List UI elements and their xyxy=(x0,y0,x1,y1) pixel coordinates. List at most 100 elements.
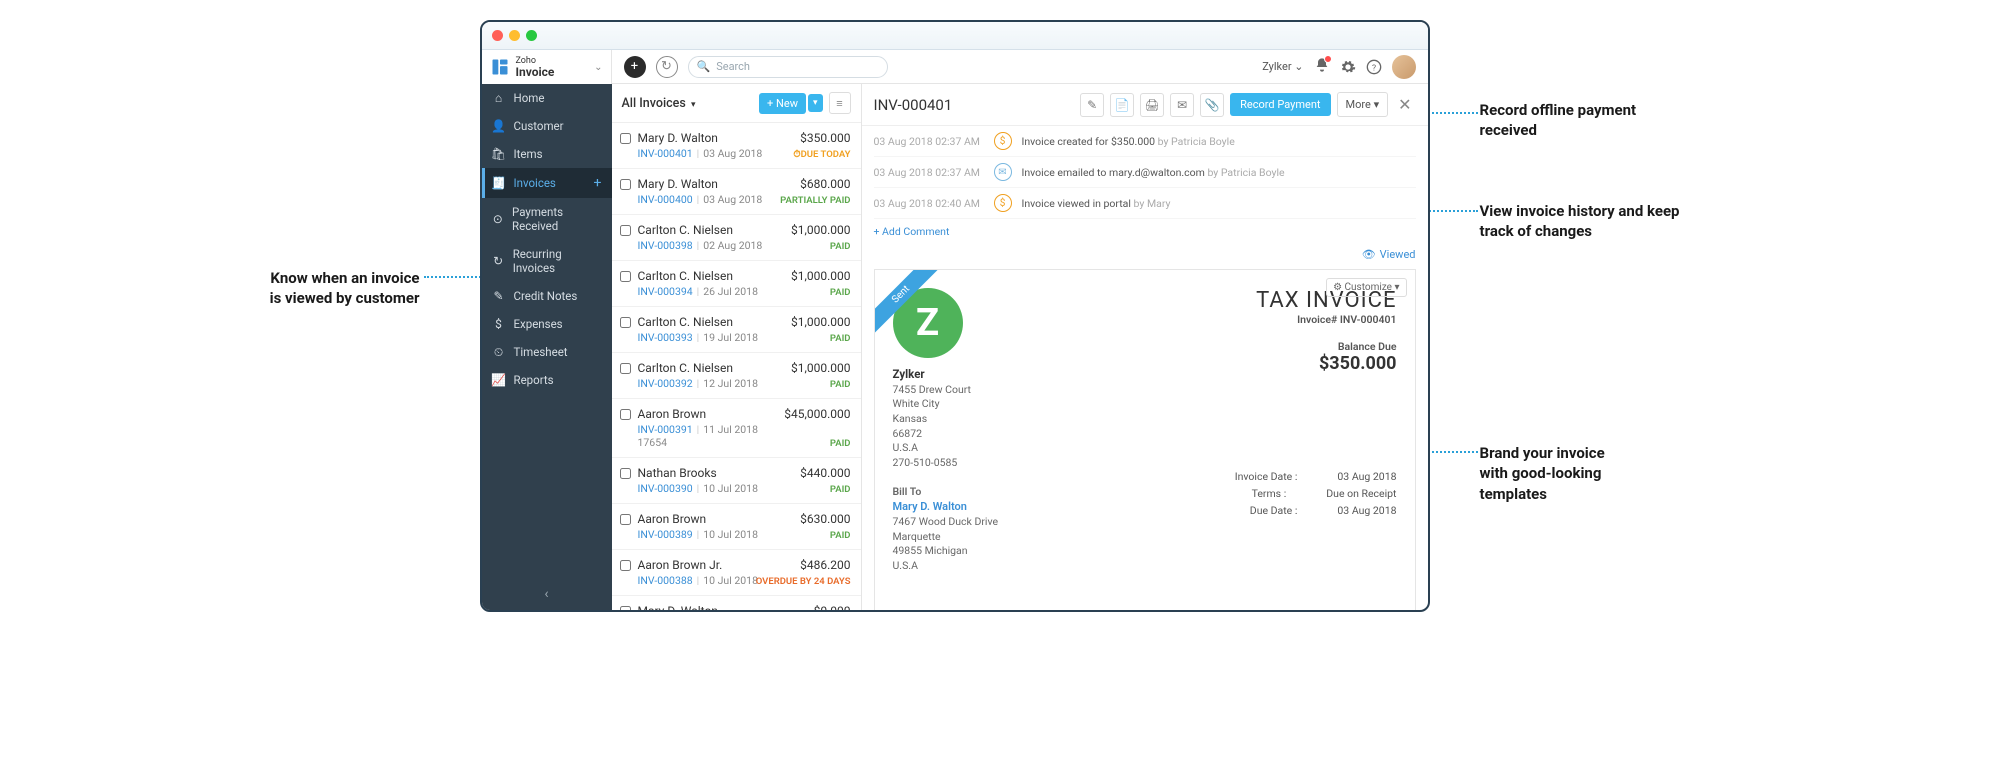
add-comment-link[interactable]: + Add Comment xyxy=(874,219,1416,244)
invoice-detail-pane: INV-000401 ✎ 📄 🖨 ✉ 📎 Record Payment More… xyxy=(862,84,1428,610)
nav-icon: ✎ xyxy=(492,289,506,303)
invoice-row[interactable]: Carlton C. Nielsen$1,000.000INV-000398|0… xyxy=(612,215,861,261)
window-minimize[interactable] xyxy=(509,30,520,41)
nav-icon: ⊙ xyxy=(492,212,505,226)
row-checkbox[interactable] xyxy=(620,363,631,374)
annotation-viewed: Know when an invoiceis viewed by custome… xyxy=(240,268,420,309)
window-close[interactable] xyxy=(492,30,503,41)
sidebar: ZohoInvoice ⌄ ⌂Home👤Customer🛍Items🧾Invoi… xyxy=(482,50,612,610)
more-dropdown[interactable]: More ▾ xyxy=(1337,92,1389,117)
history-icon: $ xyxy=(994,132,1012,150)
customize-template-button[interactable]: ⚙ Customize ▾ xyxy=(1326,278,1406,297)
list-filter-dropdown[interactable]: All Invoices ▾ xyxy=(622,96,696,111)
list-header: All Invoices ▾ + New ▾ ≡ xyxy=(612,84,861,123)
detail-header: INV-000401 ✎ 📄 🖨 ✉ 📎 Record Payment More… xyxy=(862,84,1428,126)
close-detail-button[interactable]: ✕ xyxy=(1394,95,1415,114)
pdf-button[interactable]: 📄 xyxy=(1110,93,1134,117)
nav-icon: ⌂ xyxy=(492,91,506,105)
app-window: ZohoInvoice ⌄ ⌂Home👤Customer🛍Items🧾Invoi… xyxy=(480,20,1430,612)
sidebar-item-expenses[interactable]: $Expenses xyxy=(482,310,612,338)
row-checkbox[interactable] xyxy=(620,560,631,571)
chevron-down-icon: ⌄ xyxy=(594,62,602,73)
sidebar-collapse[interactable]: ‹ xyxy=(482,578,612,610)
row-checkbox[interactable] xyxy=(620,133,631,144)
sidebar-item-timesheet[interactable]: ⏲Timesheet xyxy=(482,338,612,366)
customer-link[interactable]: Mary D. Walton xyxy=(893,500,999,513)
annotation-record-payment: Record offline paymentreceived xyxy=(1480,100,1637,141)
list-view-toggle[interactable]: ≡ xyxy=(829,92,851,114)
nav-icon: ↻ xyxy=(492,254,505,268)
detail-title: INV-000401 xyxy=(874,96,953,114)
invoice-preview: ⚙ Customize ▾ Sent Z Zylker 7455 Drew Co… xyxy=(874,269,1416,610)
sidebar-item-items[interactable]: 🛍Items xyxy=(482,140,612,168)
company-address: Zylker 7455 Drew CourtWhite CityKansas66… xyxy=(893,366,999,471)
invoice-list-pane: All Invoices ▾ + New ▾ ≡ Mary D. Walton$… xyxy=(612,84,862,610)
invoice-row[interactable]: Carlton C. Nielsen$1,000.000INV-000393|1… xyxy=(612,307,861,353)
user-avatar[interactable] xyxy=(1392,55,1416,79)
brand-switcher[interactable]: ZohoInvoice ⌄ xyxy=(482,50,612,84)
annotation-brand: Brand your invoicewith good-lookingtempl… xyxy=(1480,443,1605,504)
invoice-title-block: TAX INVOICE Invoice# INV-000401 Balance … xyxy=(1256,288,1396,574)
add-icon[interactable]: + xyxy=(594,175,602,191)
history-entry: 03 Aug 2018 02:40 AM$Invoice viewed in p… xyxy=(874,188,1416,219)
window-maximize[interactable] xyxy=(526,30,537,41)
nav-icon: 🧾 xyxy=(492,176,506,190)
row-checkbox[interactable] xyxy=(620,409,631,420)
new-invoice-dropdown[interactable]: ▾ xyxy=(808,94,823,112)
new-invoice-button[interactable]: + New xyxy=(759,93,806,114)
record-payment-button[interactable]: Record Payment xyxy=(1230,93,1330,116)
nav-icon: 🛍 xyxy=(492,147,506,161)
invoice-row[interactable]: Aaron Brown Jr.$486.200INV-000388|10 Jul… xyxy=(612,550,861,596)
sidebar-item-invoices[interactable]: 🧾Invoices+ xyxy=(482,168,612,198)
status-ribbon: Sent xyxy=(875,270,945,340)
row-checkbox[interactable] xyxy=(620,225,631,236)
bill-to: Bill To Mary D. Walton 7467 Wood Duck Dr… xyxy=(893,485,999,574)
print-button[interactable]: 🖨 xyxy=(1140,93,1164,117)
annotation-history: View invoice history and keeptrack of ch… xyxy=(1480,201,1680,242)
notifications-button[interactable] xyxy=(1314,57,1330,76)
edit-button[interactable]: ✎ xyxy=(1080,93,1104,117)
invoice-row[interactable]: Mary D. Walton$680.000INV-000400|03 Aug … xyxy=(612,169,861,215)
sidebar-item-customer[interactable]: 👤Customer xyxy=(482,112,612,140)
quick-add-button[interactable]: + xyxy=(624,56,646,78)
sidebar-item-payments-received[interactable]: ⊙Payments Received xyxy=(482,198,612,240)
invoice-row[interactable]: Mary D. Walton$0.000INV-000387|09 Jul 20… xyxy=(612,596,861,610)
attach-button[interactable]: 📎 xyxy=(1200,93,1224,117)
sidebar-item-recurring-invoices[interactable]: ↻Recurring Invoices xyxy=(482,240,612,282)
invoice-row[interactable]: Aaron Brown$630.000INV-000389|10 Jul 201… xyxy=(612,504,861,550)
search-placeholder: Search xyxy=(716,60,750,73)
row-checkbox[interactable] xyxy=(620,317,631,328)
row-checkbox[interactable] xyxy=(620,514,631,525)
invoice-row[interactable]: Nathan Brooks$440.000INV-000390|10 Jul 2… xyxy=(612,458,861,504)
row-checkbox[interactable] xyxy=(620,179,631,190)
brand-logo-icon xyxy=(490,57,510,77)
gear-icon[interactable] xyxy=(1340,59,1356,75)
row-checkbox[interactable] xyxy=(620,606,631,610)
recent-activity-button[interactable]: ↻ xyxy=(656,56,678,78)
invoice-row[interactable]: Carlton C. Nielsen$1,000.000INV-000392|1… xyxy=(612,353,861,399)
search-input[interactable]: 🔍 Search xyxy=(688,56,888,78)
org-switcher[interactable]: Zylker ⌄ xyxy=(1262,60,1303,73)
history-icon: $ xyxy=(994,194,1012,212)
invoice-row[interactable]: Aaron Brown$45,000.000INV-000391|11 Jul … xyxy=(612,399,861,458)
row-checkbox[interactable] xyxy=(620,271,631,282)
notification-badge xyxy=(1324,55,1332,63)
email-button[interactable]: ✉ xyxy=(1170,93,1194,117)
invoice-row[interactable]: Mary D. Walton$350.000INV-000401|03 Aug … xyxy=(612,123,861,169)
nav-icon: 📈 xyxy=(492,373,506,387)
sidebar-item-home[interactable]: ⌂Home xyxy=(482,84,612,112)
invoice-meta: Invoice Date :03 Aug 2018Terms :Due on R… xyxy=(1235,470,1397,521)
history-icon: ✉ xyxy=(994,163,1012,181)
nav-icon: 👤 xyxy=(492,119,506,133)
row-checkbox[interactable] xyxy=(620,468,631,479)
invoice-row[interactable]: Carlton C. Nielsen$1,000.000INV-000394|2… xyxy=(612,261,861,307)
nav-icon: $ xyxy=(492,317,506,331)
viewed-indicator: 👁 Viewed xyxy=(874,244,1416,265)
sidebar-item-credit-notes[interactable]: ✎Credit Notes xyxy=(482,282,612,310)
eye-icon: 👁 xyxy=(1362,248,1376,261)
titlebar xyxy=(482,22,1428,50)
help-icon[interactable]: ? xyxy=(1366,59,1382,75)
sidebar-item-reports[interactable]: 📈Reports xyxy=(482,366,612,394)
nav-icon: ⏲ xyxy=(492,345,506,359)
svg-text:?: ? xyxy=(1371,63,1375,73)
